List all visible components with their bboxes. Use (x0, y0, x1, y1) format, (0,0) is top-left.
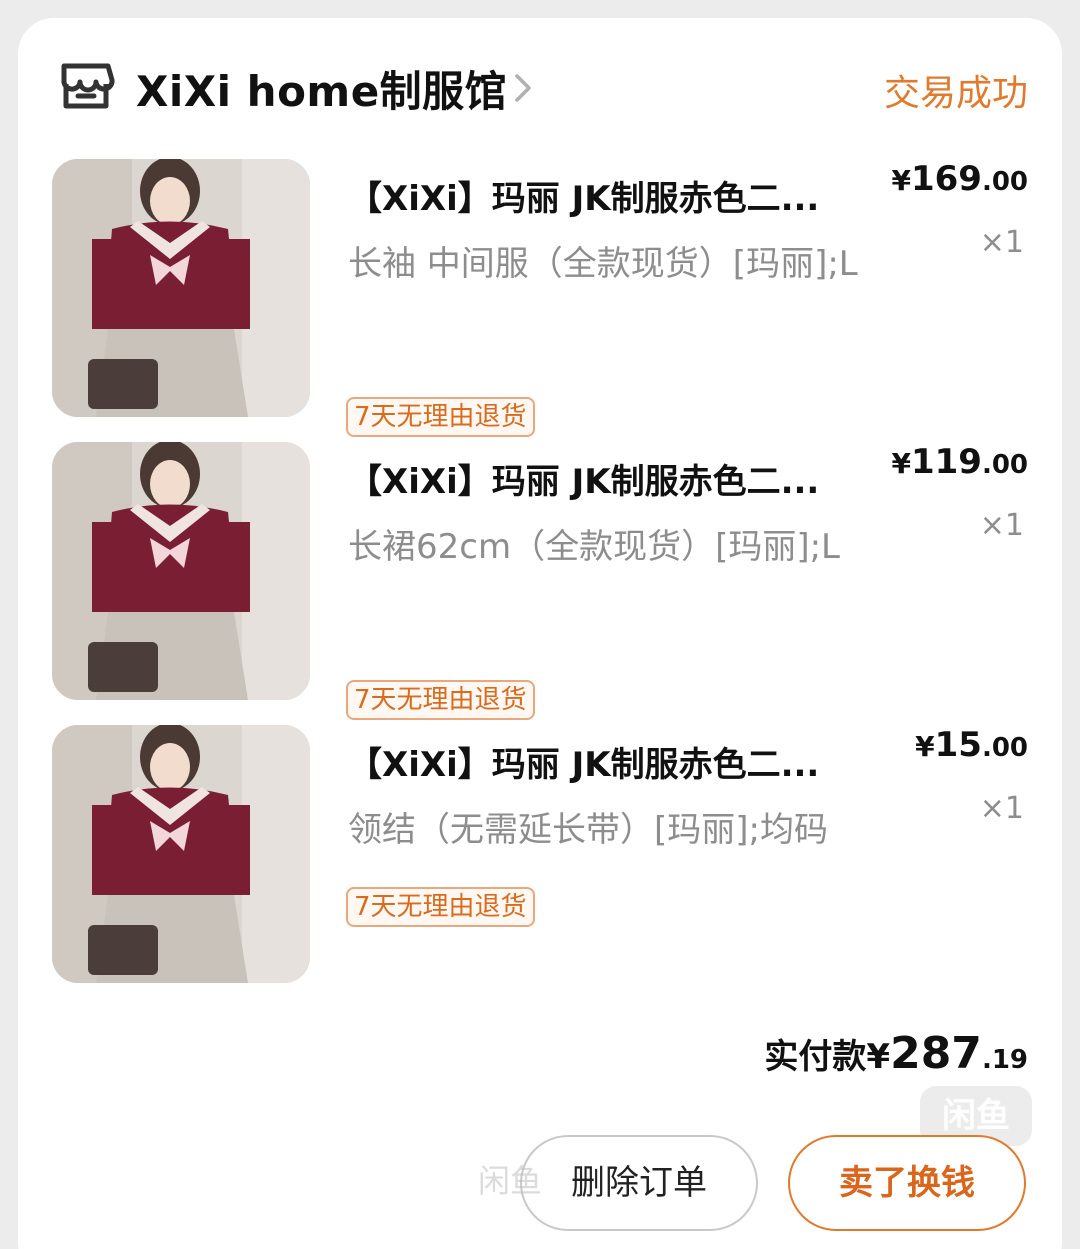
order-card: XiXi home制服馆 交易成功 【XiXi】玛丽 JK制服赤色二... 长袖… (18, 18, 1062, 1249)
delete-order-button[interactable]: 删除订单 (520, 1135, 758, 1231)
product-price: ¥15.00 (915, 725, 1028, 765)
product-spec: 长裙62cm（全款现货）[玛丽];L (348, 527, 841, 567)
total-currency: ¥ (866, 1037, 891, 1077)
store-icon (61, 63, 115, 109)
order-status: 交易成功 (883, 73, 1028, 114)
price-currency: ¥ (915, 730, 935, 763)
product-thumbnail[interactable] (52, 442, 310, 700)
product-title[interactable]: 【XiXi】玛丽 JK制服赤色二... (348, 454, 893, 503)
resell-button[interactable]: 卖了换钱 (788, 1135, 1026, 1231)
price-decimal: .00 (981, 733, 1028, 763)
order-item[interactable]: 【XiXi】玛丽 JK制服赤色二... 领结（无需延长带）[玛丽];均码 ¥15… (18, 725, 1062, 995)
price-integer: 119 (910, 442, 982, 482)
total-amount-decimal: .19 (981, 1045, 1028, 1075)
product-quantity: ×1 (979, 508, 1024, 543)
price-decimal: .00 (981, 167, 1028, 197)
product-price: ¥169.00 (891, 159, 1028, 199)
return-policy-badge: 7天无理由退货 (346, 397, 535, 437)
price-currency: ¥ (891, 164, 911, 197)
product-title[interactable]: 【XiXi】玛丽 JK制服赤色二... (348, 171, 893, 220)
total-amount-integer: 287 (890, 1028, 982, 1079)
product-price: ¥119.00 (891, 442, 1028, 482)
product-quantity: ×1 (979, 791, 1024, 826)
price-integer: 169 (910, 159, 982, 199)
product-thumbnail[interactable] (52, 725, 310, 983)
product-spec: 领结（无需延长带）[玛丽];均码 (348, 810, 828, 850)
product-quantity: ×1 (979, 225, 1024, 260)
store-name[interactable]: XiXi home制服馆 (136, 58, 507, 119)
chevron-right-icon[interactable] (512, 70, 536, 106)
order-item[interactable]: 【XiXi】玛丽 JK制服赤色二... 长袖 中间服（全款现货）[玛丽];L ¥… (18, 159, 1062, 437)
order-item[interactable]: 【XiXi】玛丽 JK制服赤色二... 长裙62cm（全款现货）[玛丽];L ¥… (18, 442, 1062, 720)
price-integer: 15 (934, 725, 982, 765)
price-decimal: .00 (981, 450, 1028, 480)
order-header[interactable]: XiXi home制服馆 交易成功 (18, 18, 1062, 158)
product-thumbnail[interactable] (52, 159, 310, 417)
return-policy-badge: 7天无理由退货 (346, 887, 535, 927)
total-paid: 实付款¥287.19 (764, 1028, 1028, 1079)
product-title[interactable]: 【XiXi】玛丽 JK制服赤色二... (348, 737, 893, 786)
product-spec: 长袖 中间服（全款现货）[玛丽];L (348, 244, 858, 284)
price-currency: ¥ (891, 447, 911, 480)
total-label: 实付款 (764, 1037, 867, 1077)
return-policy-badge: 7天无理由退货 (346, 680, 535, 720)
